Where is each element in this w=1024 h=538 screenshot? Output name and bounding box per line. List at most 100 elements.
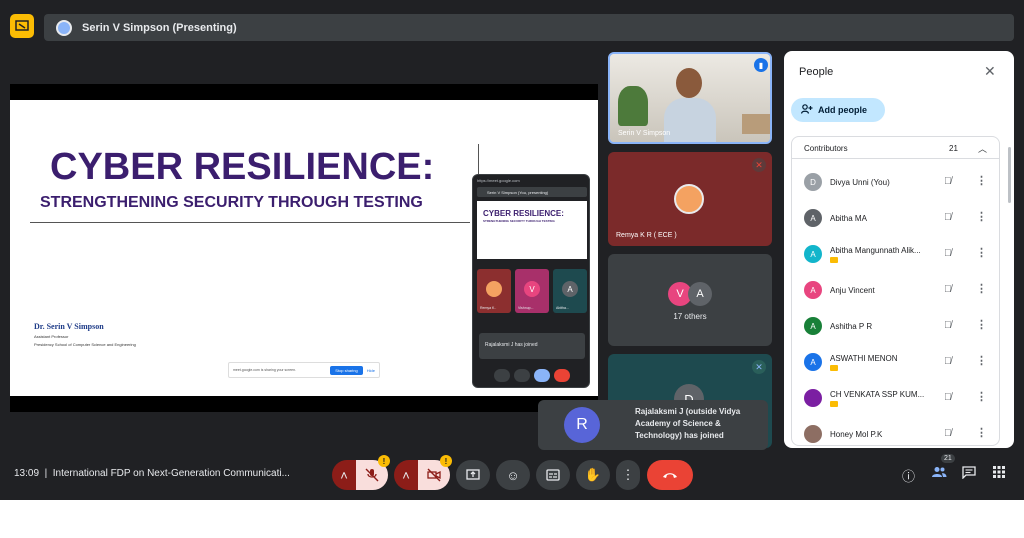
meeting-info-icon[interactable]: ⓘ: [902, 466, 915, 485]
mini-avatar: V: [524, 281, 540, 297]
join-avatar: R: [564, 407, 600, 443]
tile-name: Remya K R ( ECE ): [616, 232, 677, 239]
mini-tile-remya[interactable]: Remya K..: [477, 269, 511, 313]
emoji-reaction-button[interactable]: ☺: [496, 460, 530, 490]
mini-present-button[interactable]: [534, 369, 550, 382]
participant-name: Anju Vincent: [830, 286, 875, 295]
more-options-icon[interactable]: ⋮: [616, 460, 640, 490]
participant-name: Divya Unni (You): [830, 178, 890, 187]
others-avatar-a: A: [688, 282, 712, 306]
guest-badge-icon: [830, 365, 838, 371]
mini-window-header: Serin V Simpson (You, presenting): [477, 187, 587, 197]
mini-tile-label: Remya K..: [480, 306, 497, 310]
participant-avatar: A: [804, 317, 822, 335]
plant-decoration: [618, 86, 648, 126]
more-options-icon[interactable]: ⋮: [976, 282, 987, 295]
meet-window: Serin V Simpson (Presenting) CYBER RESIL…: [0, 0, 1024, 500]
slide-title: CYBER RESILIENCE:: [50, 146, 435, 188]
activities-grid-icon[interactable]: [993, 466, 1005, 481]
slide-subtitle: STRENGTHENING SECURITY THROUGH TESTING: [40, 194, 423, 211]
close-icon[interactable]: ✕: [984, 63, 996, 80]
slide-author-affiliation: Presidency School of Computer Science an…: [34, 342, 136, 347]
more-options-icon[interactable]: ⋮: [976, 174, 987, 187]
separator: |: [41, 468, 53, 479]
participant-row[interactable]: A Abitha MA 🎙̸ ⋮: [804, 209, 994, 229]
join-notification: R Rajalaksmi J (outside Vidya Academy of…: [538, 400, 768, 450]
mini-camera-button[interactable]: [514, 369, 530, 382]
mini-avatar-photo: [486, 281, 502, 297]
mini-tile-abitha[interactable]: A Abitha...: [553, 269, 587, 313]
camera-warning-badge-icon: !: [440, 455, 452, 467]
audio-options-chevron-icon[interactable]: ˄: [332, 460, 356, 490]
participant-photo: [804, 389, 822, 407]
contributors-count: 21: [949, 144, 958, 153]
participant-row[interactable]: D Divya Unni (You) 🎙̸ ⋮: [804, 173, 994, 193]
mic-off-icon: 🎙̸: [944, 248, 952, 259]
mini-end-call-button[interactable]: [554, 369, 570, 382]
captions-button[interactable]: [536, 460, 570, 490]
raise-hand-button[interactable]: ✋: [576, 460, 610, 490]
end-call-button[interactable]: [647, 460, 693, 490]
tile-others[interactable]: V A 17 others: [608, 254, 772, 346]
chevron-up-icon[interactable]: ︿: [978, 142, 987, 155]
tile-presenter-camera[interactable]: Serin V Simpson ▮: [608, 52, 772, 144]
mini-tile-label: Abitha...: [556, 306, 569, 310]
participant-row[interactable]: Honey Mol P.K 🎙̸ ⋮: [804, 425, 994, 445]
present-screen-button[interactable]: [456, 460, 490, 490]
more-options-icon[interactable]: ⋮: [976, 318, 987, 331]
mini-tile-label: Vishnup...: [518, 306, 534, 310]
people-scrollbar[interactable]: [1008, 147, 1011, 203]
contributors-header[interactable]: Contributors 21 ︿: [792, 137, 999, 159]
participant-avatar: D: [804, 173, 822, 191]
contributors-section: Contributors 21 ︿ D Divya Unni (You) 🎙̸ …: [791, 136, 1000, 446]
participant-row[interactable]: CH VENKATA SSP KUM... 🎙̸ ⋮: [804, 389, 994, 409]
more-options-icon[interactable]: ⋮: [976, 210, 987, 223]
contributors-label: Contributors: [804, 144, 848, 153]
mic-off-icon: 🎙̸: [944, 212, 952, 223]
mini-join-toast: Rajalaksmi J has joined: [479, 333, 585, 359]
mini-slide-preview: CYBER RESILIENCE: STRENGTHENING SECURITY…: [477, 201, 587, 259]
more-options-icon[interactable]: ⋮: [976, 426, 987, 439]
chat-icon[interactable]: [962, 466, 976, 482]
stop-sharing-button[interactable]: Stop sharing: [330, 365, 363, 375]
participant-photo: [674, 184, 704, 214]
participant-row[interactable]: A ASWATHI MENON 🎙̸ ⋮: [804, 353, 994, 373]
video-options-chevron-icon[interactable]: ˄: [394, 460, 418, 490]
participant-name: CH VENKATA SSP KUM...: [830, 390, 925, 399]
presentation-app-icon[interactable]: [10, 14, 34, 38]
mic-off-icon: 🎙̸: [944, 356, 952, 367]
tile-remya[interactable]: Remya K R ( ECE ) ✕: [608, 152, 772, 246]
slide-divider: [30, 222, 470, 223]
join-notification-text: Rajalaksmi J (outside Vidya Academy of S…: [635, 407, 741, 440]
participant-row[interactable]: A Ashitha P R 🎙̸ ⋮: [804, 317, 994, 337]
mini-avatar: A: [562, 281, 578, 297]
mic-off-icon: 🎙̸: [944, 428, 952, 439]
mini-slide-title: CYBER RESILIENCE:: [483, 209, 564, 218]
presenter-label: Serin V Simpson (Presenting): [82, 21, 237, 34]
participant-row[interactable]: A Abitha Mangunnath Alik... 🎙̸ ⋮: [804, 245, 994, 265]
participant-count-badge: 21: [941, 454, 955, 463]
mini-tile-vishnu[interactable]: V Vishnup...: [515, 269, 549, 313]
background-shelf: [742, 114, 770, 134]
participant-avatar: A: [804, 209, 822, 227]
more-options-icon[interactable]: ⋮: [976, 390, 987, 403]
mic-off-icon: 🎙̸: [944, 320, 952, 331]
hide-banner-button[interactable]: Hide: [367, 368, 375, 373]
tile-name: Serin V Simpson: [618, 130, 671, 137]
participant-name: Abitha Mangunnath Alik...: [830, 246, 921, 255]
add-people-button[interactable]: Add people: [791, 98, 885, 122]
mini-controls: [479, 369, 585, 383]
more-options-icon[interactable]: ⋮: [976, 354, 987, 367]
participant-photo: [804, 425, 822, 443]
mic-off-icon: ✕: [752, 158, 766, 172]
more-options-icon[interactable]: ⋮: [976, 246, 987, 259]
mini-window-url: https://meet.google.com: [477, 178, 520, 183]
mini-meet-window[interactable]: https://meet.google.com Serin V Simpson …: [472, 174, 590, 388]
person-body: [664, 98, 716, 142]
mic-off-icon: 🎙̸: [944, 284, 952, 295]
person-head: [676, 68, 702, 98]
presenting-bar: Serin V Simpson (Presenting): [44, 14, 1014, 41]
people-icon[interactable]: [931, 466, 947, 481]
participant-row[interactable]: A Anju Vincent 🎙̸ ⋮: [804, 281, 994, 301]
mini-mic-button[interactable]: [494, 369, 510, 382]
